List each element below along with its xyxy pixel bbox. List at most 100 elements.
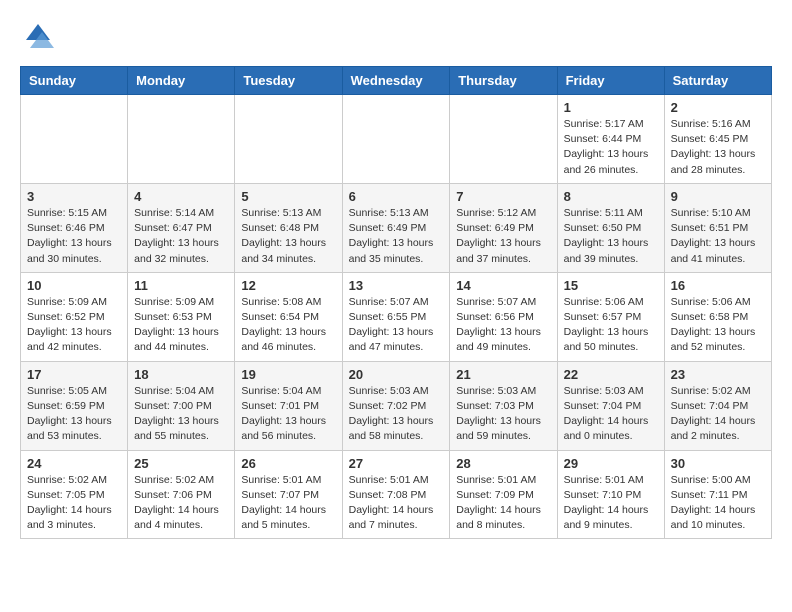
day-info: Sunrise: 5:07 AM Sunset: 6:55 PM Dayligh… — [349, 295, 444, 356]
calendar-cell: 11 Sunrise: 5:09 AM Sunset: 6:53 PM Dayli… — [128, 272, 235, 361]
calendar-header-thursday: Thursday — [450, 67, 557, 95]
day-info: Sunrise: 5:09 AM Sunset: 6:53 PM Dayligh… — [134, 295, 228, 356]
calendar-cell — [128, 95, 235, 184]
calendar-cell: 29 Sunrise: 5:01 AM Sunset: 7:10 PM Dayli… — [557, 450, 664, 539]
day-info: Sunrise: 5:01 AM Sunset: 7:07 PM Dayligh… — [241, 473, 335, 534]
calendar-cell: 13 Sunrise: 5:07 AM Sunset: 6:55 PM Dayli… — [342, 272, 450, 361]
calendar-cell: 8Sunrise: 5:11 AM Sunset: 6:50 PM Daylig… — [557, 183, 664, 272]
calendar-cell: 1 Sunrise: 5:17 AM Sunset: 6:44 PM Daylig… — [557, 95, 664, 184]
calendar-cell: 22 Sunrise: 5:03 AM Sunset: 7:04 PM Dayli… — [557, 361, 664, 450]
calendar-cell: 7 Sunrise: 5:12 AM Sunset: 6:49 PM Daylig… — [450, 183, 557, 272]
day-info: Sunrise: 5:02 AM Sunset: 7:05 PM Dayligh… — [27, 473, 121, 534]
calendar-cell: 3 Sunrise: 5:15 AM Sunset: 6:46 PM Daylig… — [21, 183, 128, 272]
day-number: 11 — [134, 278, 228, 293]
day-number: 6 — [349, 189, 444, 204]
calendar-week-4: 17 Sunrise: 5:05 AM Sunset: 6:59 PM Dayli… — [21, 361, 772, 450]
day-info: Sunrise: 5:16 AM Sunset: 6:45 PM Dayligh… — [671, 117, 765, 178]
day-info: Sunrise: 5:04 AM Sunset: 7:01 PM Dayligh… — [241, 384, 335, 445]
day-info: Sunrise: 5:09 AM Sunset: 6:52 PM Dayligh… — [27, 295, 121, 356]
calendar-week-1: 1 Sunrise: 5:17 AM Sunset: 6:44 PM Daylig… — [21, 95, 772, 184]
calendar-cell: 18 Sunrise: 5:04 AM Sunset: 7:00 PM Dayli… — [128, 361, 235, 450]
day-number: 29 — [564, 456, 658, 471]
day-number: 8 — [564, 189, 658, 204]
calendar-cell — [342, 95, 450, 184]
day-info: Sunrise: 5:01 AM Sunset: 7:10 PM Dayligh… — [564, 473, 658, 534]
calendar-cell: 21 Sunrise: 5:03 AM Sunset: 7:03 PM Dayli… — [450, 361, 557, 450]
day-number: 26 — [241, 456, 335, 471]
day-number: 5 — [241, 189, 335, 204]
day-info: Sunrise: 5:05 AM Sunset: 6:59 PM Dayligh… — [27, 384, 121, 445]
day-info: Sunrise: 5:03 AM Sunset: 7:04 PM Dayligh… — [564, 384, 658, 445]
day-number: 2 — [671, 100, 765, 115]
day-info: Sunrise: 5:13 AM Sunset: 6:49 PM Dayligh… — [349, 206, 444, 267]
day-info: Sunrise: 5:06 AM Sunset: 6:57 PM Dayligh… — [564, 295, 658, 356]
calendar-cell — [235, 95, 342, 184]
day-number: 23 — [671, 367, 765, 382]
calendar-cell: 2 Sunrise: 5:16 AM Sunset: 6:45 PM Daylig… — [664, 95, 771, 184]
calendar-header-sunday: Sunday — [21, 67, 128, 95]
calendar-table: SundayMondayTuesdayWednesdayThursdayFrid… — [20, 66, 772, 539]
day-number: 17 — [27, 367, 121, 382]
calendar-week-3: 10 Sunrise: 5:09 AM Sunset: 6:52 PM Dayli… — [21, 272, 772, 361]
day-number: 16 — [671, 278, 765, 293]
day-info: Sunrise: 5:06 AM Sunset: 6:58 PM Dayligh… — [671, 295, 765, 356]
calendar-header-friday: Friday — [557, 67, 664, 95]
day-number: 13 — [349, 278, 444, 293]
calendar-cell: 24 Sunrise: 5:02 AM Sunset: 7:05 PM Dayli… — [21, 450, 128, 539]
day-number: 14 — [456, 278, 550, 293]
calendar-cell: 4 Sunrise: 5:14 AM Sunset: 6:47 PM Daylig… — [128, 183, 235, 272]
day-number: 21 — [456, 367, 550, 382]
day-info: Sunrise: 5:14 AM Sunset: 6:47 PM Dayligh… — [134, 206, 228, 267]
day-info: Sunrise: 5:02 AM Sunset: 7:04 PM Dayligh… — [671, 384, 765, 445]
logo-icon — [20, 20, 56, 56]
calendar-cell: 15Sunrise: 5:06 AM Sunset: 6:57 PM Dayli… — [557, 272, 664, 361]
day-number: 10 — [27, 278, 121, 293]
calendar-cell: 23 Sunrise: 5:02 AM Sunset: 7:04 PM Dayli… — [664, 361, 771, 450]
calendar-header-wednesday: Wednesday — [342, 67, 450, 95]
calendar-cell: 20Sunrise: 5:03 AM Sunset: 7:02 PM Dayli… — [342, 361, 450, 450]
day-number: 4 — [134, 189, 228, 204]
logo — [20, 20, 62, 56]
calendar-cell: 16 Sunrise: 5:06 AM Sunset: 6:58 PM Dayli… — [664, 272, 771, 361]
calendar-cell: 30 Sunrise: 5:00 AM Sunset: 7:11 PM Dayli… — [664, 450, 771, 539]
calendar-cell: 10 Sunrise: 5:09 AM Sunset: 6:52 PM Dayli… — [21, 272, 128, 361]
calendar-cell: 19 Sunrise: 5:04 AM Sunset: 7:01 PM Dayli… — [235, 361, 342, 450]
day-info: Sunrise: 5:03 AM Sunset: 7:03 PM Dayligh… — [456, 384, 550, 445]
page-header — [20, 20, 772, 56]
day-number: 9 — [671, 189, 765, 204]
calendar-week-5: 24 Sunrise: 5:02 AM Sunset: 7:05 PM Dayli… — [21, 450, 772, 539]
day-number: 28 — [456, 456, 550, 471]
day-number: 30 — [671, 456, 765, 471]
day-info: Sunrise: 5:00 AM Sunset: 7:11 PM Dayligh… — [671, 473, 765, 534]
day-number: 19 — [241, 367, 335, 382]
calendar-header-row: SundayMondayTuesdayWednesdayThursdayFrid… — [21, 67, 772, 95]
calendar-cell: 27 Sunrise: 5:01 AM Sunset: 7:08 PM Dayli… — [342, 450, 450, 539]
calendar-cell: 12 Sunrise: 5:08 AM Sunset: 6:54 PM Dayli… — [235, 272, 342, 361]
day-number: 12 — [241, 278, 335, 293]
calendar-cell — [21, 95, 128, 184]
day-number: 7 — [456, 189, 550, 204]
day-info: Sunrise: 5:04 AM Sunset: 7:00 PM Dayligh… — [134, 384, 228, 445]
day-number: 3 — [27, 189, 121, 204]
day-number: 20 — [349, 367, 444, 382]
day-info: Sunrise: 5:08 AM Sunset: 6:54 PM Dayligh… — [241, 295, 335, 356]
day-info: Sunrise: 5:17 AM Sunset: 6:44 PM Dayligh… — [564, 117, 658, 178]
calendar-cell: 25Sunrise: 5:02 AM Sunset: 7:06 PM Dayli… — [128, 450, 235, 539]
calendar-cell: 5Sunrise: 5:13 AM Sunset: 6:48 PM Daylig… — [235, 183, 342, 272]
day-info: Sunrise: 5:10 AM Sunset: 6:51 PM Dayligh… — [671, 206, 765, 267]
calendar-header-tuesday: Tuesday — [235, 67, 342, 95]
day-info: Sunrise: 5:12 AM Sunset: 6:49 PM Dayligh… — [456, 206, 550, 267]
day-number: 24 — [27, 456, 121, 471]
calendar-header-saturday: Saturday — [664, 67, 771, 95]
calendar-cell: 9 Sunrise: 5:10 AM Sunset: 6:51 PM Daylig… — [664, 183, 771, 272]
day-number: 1 — [564, 100, 658, 115]
day-number: 27 — [349, 456, 444, 471]
calendar-header-monday: Monday — [128, 67, 235, 95]
day-info: Sunrise: 5:01 AM Sunset: 7:08 PM Dayligh… — [349, 473, 444, 534]
day-number: 22 — [564, 367, 658, 382]
calendar-cell: 28Sunrise: 5:01 AM Sunset: 7:09 PM Dayli… — [450, 450, 557, 539]
day-info: Sunrise: 5:15 AM Sunset: 6:46 PM Dayligh… — [27, 206, 121, 267]
calendar-cell: 17 Sunrise: 5:05 AM Sunset: 6:59 PM Dayli… — [21, 361, 128, 450]
day-number: 18 — [134, 367, 228, 382]
day-info: Sunrise: 5:07 AM Sunset: 6:56 PM Dayligh… — [456, 295, 550, 356]
